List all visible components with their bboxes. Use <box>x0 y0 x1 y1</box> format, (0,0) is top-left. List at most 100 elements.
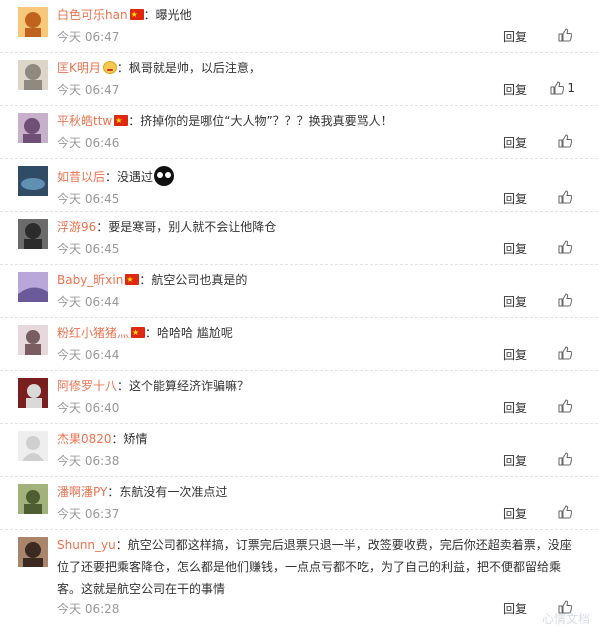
comment-body: 杰果0820：矫情 今天 06:38 回复 <box>57 431 577 470</box>
avatar[interactable] <box>18 60 48 90</box>
thumbs-up-icon <box>558 28 572 42</box>
comment-time: 今天 06:40 <box>57 401 120 415</box>
comment-body: 如昔以后：没遇过 今天 06:45 回复 <box>57 166 577 208</box>
thumbs-up-icon <box>558 293 572 307</box>
username-link[interactable]: Shunn_yu <box>57 538 116 552</box>
avatar[interactable] <box>18 484 48 514</box>
comment-time: 今天 06:44 <box>57 348 120 362</box>
username-link[interactable]: 如昔以后 <box>57 170 105 184</box>
comment-time: 今天 06:28 <box>57 602 120 616</box>
like-button[interactable] <box>558 346 575 360</box>
reply-button[interactable]: 回复 <box>503 600 527 617</box>
like-button[interactable]: 1 <box>550 81 575 95</box>
thumbs-up-icon <box>558 505 572 519</box>
like-button[interactable] <box>558 399 575 413</box>
thumbs-up-icon <box>558 134 572 148</box>
reply-button[interactable]: 回复 <box>503 293 527 310</box>
avatar[interactable] <box>18 378 48 408</box>
comment-time: 今天 06:37 <box>57 507 120 521</box>
comment-item: Baby_昕xin ：航空公司也真是的 今天 06:44 回复 <box>0 265 598 318</box>
comment-text: ：哈哈哈 尴尬呢 <box>145 326 233 340</box>
comment-list: 白色可乐han ：曝光他 今天 06:47 回复 匡K明月 ：枫哥就是帅，以后注意， … <box>0 0 598 631</box>
comment-body: 匡K明月 ：枫哥就是帅，以后注意， 今天 06:47 回复 1 <box>57 60 577 99</box>
reply-button[interactable]: 回复 <box>503 346 527 363</box>
avatar[interactable] <box>18 537 48 567</box>
comment-text: ：航空公司都这样搞，订票完后退票只退一半，改签要收费，完后你还超卖着票，没座位了… <box>57 538 572 596</box>
avatar[interactable] <box>18 219 48 249</box>
comment-item: 浮游96：要是寒哥，别人就不会让他降仓 今天 06:45 回复 <box>0 212 598 265</box>
comment-body: 浮游96：要是寒哥，别人就不会让他降仓 今天 06:45 回复 <box>57 219 577 258</box>
reply-button[interactable]: 回复 <box>503 28 527 45</box>
like-button[interactable] <box>558 240 575 254</box>
comment-time: 今天 06:45 <box>57 242 120 256</box>
comment-text: ：挤掉你的是哪位“大人物”？？？换我真要骂人！ <box>128 114 393 128</box>
comment-item: 粉红小猪猪灬 ：哈哈哈 尴尬呢 今天 06:44 回复 <box>0 318 598 371</box>
comment-body: 平秋皓ttw ：挤掉你的是哪位“大人物”？？？换我真要骂人！ 今天 06:46 回复 <box>57 112 577 152</box>
like-button[interactable] <box>558 505 575 519</box>
avatar[interactable] <box>18 113 48 143</box>
like-button[interactable] <box>558 293 575 307</box>
comment-text: ：航空公司也真是的 <box>139 273 248 287</box>
comment-body: Baby_昕xin ：航空公司也真是的 今天 06:44 回复 <box>57 271 577 311</box>
comment-body: Shunn_yu：航空公司都这样搞，订票完后退票只退一半，改签要收费，完后你还超… <box>57 534 577 618</box>
comment-item: 白色可乐han ：曝光他 今天 06:47 回复 <box>0 0 598 53</box>
comment-time: 今天 06:46 <box>57 136 120 150</box>
comment-item: 平秋皓ttw ：挤掉你的是哪位“大人物”？？？换我真要骂人！ 今天 06:46 回复 <box>0 106 598 159</box>
china-flag-icon <box>131 324 146 341</box>
reply-button[interactable]: 回复 <box>503 190 527 207</box>
comment-item: 如昔以后：没遇过 今天 06:45 回复 <box>0 159 598 212</box>
china-flag-icon <box>125 271 140 288</box>
comment-item: 杰果0820：矫情 今天 06:38 回复 <box>0 424 598 477</box>
comment-text: ：矫情 <box>111 432 148 446</box>
comment-text: ：枫哥就是帅，以后注意， <box>116 61 261 75</box>
reply-button[interactable]: 回复 <box>503 505 527 522</box>
comment-body: 白色可乐han ：曝光他 今天 06:47 回复 <box>57 6 577 46</box>
comment-item: Shunn_yu：航空公司都这样搞，订票完后退票只退一半，改签要收费，完后你还超… <box>0 530 598 631</box>
comment-text: ：这个能算经济诈骗嘛？ <box>117 379 250 393</box>
comment-text: ：没遇过 <box>105 170 154 184</box>
username-link[interactable]: 杰果0820 <box>57 432 112 446</box>
username-link[interactable]: 粉红小猪猪灬 <box>57 326 129 340</box>
comment-item: 匡K明月 ：枫哥就是帅，以后注意， 今天 06:47 回复 1 <box>0 53 598 106</box>
username-link[interactable]: 阿修罗十八 <box>57 379 117 393</box>
emoji-icon <box>154 166 175 186</box>
comment-text: ：要是寒哥，别人就不会让他降仓 <box>96 220 277 234</box>
comment-time: 今天 06:45 <box>57 192 120 206</box>
username-link[interactable]: 平秋皓ttw <box>57 114 112 128</box>
avatar[interactable] <box>18 7 48 37</box>
reply-button[interactable]: 回复 <box>503 240 527 257</box>
comment-item: 潘啊潘PY：东航没有一次准点过 今天 06:37 回复 <box>0 477 598 530</box>
comment-time: 今天 06:47 <box>57 83 120 97</box>
thumbs-up-icon <box>558 399 572 413</box>
comment-time: 今天 06:47 <box>57 30 120 44</box>
thumbs-up-icon <box>558 452 572 466</box>
like-button[interactable] <box>558 452 575 466</box>
comment-text: ：曝光他 <box>143 8 192 22</box>
thumbs-up-icon <box>550 81 565 95</box>
avatar[interactable] <box>18 431 48 461</box>
reply-button[interactable]: 回复 <box>503 134 527 151</box>
comment-body: 阿修罗十八：这个能算经济诈骗嘛？ 今天 06:40 回复 <box>57 378 577 417</box>
comment-body: 粉红小猪猪灬 ：哈哈哈 尴尬呢 今天 06:44 回复 <box>57 324 577 364</box>
reply-button[interactable]: 回复 <box>503 399 527 416</box>
username-link[interactable]: Baby_昕xin <box>57 273 123 287</box>
comment-body: 潘啊潘PY：东航没有一次准点过 今天 06:37 回复 <box>57 484 577 523</box>
like-button[interactable] <box>558 134 575 148</box>
watermark: 心情文档 <box>541 612 590 626</box>
avatar[interactable] <box>18 325 48 355</box>
avatar[interactable] <box>18 272 48 302</box>
thumbs-up-icon <box>558 346 572 360</box>
username-link[interactable]: 浮游96 <box>57 220 96 234</box>
username-link[interactable]: 匡K明月 <box>57 61 101 75</box>
comment-text: ：东航没有一次准点过 <box>107 485 228 499</box>
like-button[interactable] <box>558 190 575 204</box>
reply-button[interactable]: 回复 <box>503 452 527 469</box>
avatar[interactable] <box>18 166 48 196</box>
like-button[interactable] <box>558 28 575 42</box>
username-link[interactable]: 潘啊潘PY <box>57 485 107 499</box>
reply-button[interactable]: 回复 <box>503 81 527 98</box>
comment-time: 今天 06:38 <box>57 454 120 468</box>
username-link[interactable]: 白色可乐han <box>57 8 128 22</box>
thumbs-up-icon <box>558 240 572 254</box>
thumbs-up-icon <box>558 190 572 204</box>
